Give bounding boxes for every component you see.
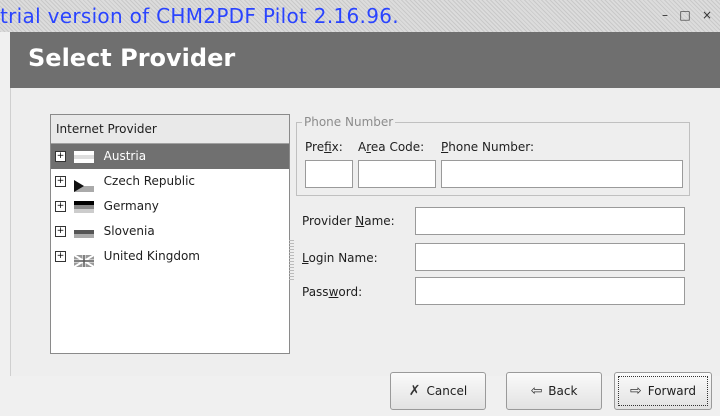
arrow-right-icon: ⇨	[630, 383, 642, 399]
austria-flag-icon	[73, 150, 94, 163]
password-label: Password:	[302, 285, 363, 299]
tree-item-label: Germany	[103, 199, 159, 213]
phone-number-label: Phone Number:	[441, 140, 535, 154]
cancel-label: Cancel	[426, 384, 468, 398]
login-name-label: Login Name:	[302, 251, 378, 265]
phone-number-field[interactable]	[441, 160, 683, 188]
expand-icon[interactable]: +	[55, 151, 66, 162]
provider-name-field[interactable]	[415, 207, 685, 235]
tree-item-germany[interactable]: + Germany	[51, 194, 289, 219]
pane-splitter[interactable]	[289, 240, 294, 280]
tree-item-label: Slovenia	[103, 224, 155, 238]
expand-icon[interactable]: +	[55, 201, 66, 212]
back-label: Back	[548, 384, 578, 398]
back-button[interactable]: ⇦ Back	[506, 372, 602, 410]
forward-label: Forward	[647, 384, 696, 398]
germany-flag-icon	[73, 200, 94, 213]
cancel-button[interactable]: ✗ Cancel	[390, 372, 486, 410]
czech-flag-icon	[73, 176, 94, 192]
expand-icon[interactable]: +	[55, 176, 66, 187]
area-code-label: Area Code:	[358, 140, 425, 154]
minimize-button[interactable]: –	[658, 8, 672, 22]
area-code-field[interactable]	[358, 160, 436, 188]
password-field[interactable]	[415, 277, 685, 305]
tree-item-slovenia[interactable]: + Slovenia	[51, 219, 289, 244]
maximize-button[interactable]: □	[678, 8, 692, 22]
uk-flag-icon	[73, 251, 95, 268]
provider-tree[interactable]: Internet Provider + Austria + Czech Repu…	[50, 114, 290, 354]
tree-item-label: United Kingdom	[103, 249, 200, 263]
title-bar: trial version of CHM2PDF Pilot 2.16.96. …	[0, 0, 720, 32]
tree-column-header[interactable]: Internet Provider	[51, 115, 289, 144]
x-mark-icon: ✗	[408, 383, 421, 399]
tree-item-austria[interactable]: + Austria	[51, 144, 289, 169]
tree-item-label: Austria	[103, 149, 147, 163]
forward-button[interactable]: ⇨ Forward	[614, 372, 712, 410]
provider-name-label: Provider Name:	[302, 214, 395, 228]
expand-icon[interactable]: +	[55, 251, 66, 262]
arrow-left-icon: ⇦	[530, 383, 543, 399]
slovenia-flag-icon	[73, 225, 94, 238]
phone-number-legend: Phone Number	[302, 115, 396, 129]
tree-item-united-kingdom[interactable]: + United Kingdom	[51, 244, 289, 269]
dialog-header: Select Provider	[10, 32, 720, 88]
close-button[interactable]: ×	[700, 8, 714, 22]
tree-item-label: Czech Republic	[103, 174, 196, 188]
tree-item-czech-republic[interactable]: + Czech Republic	[51, 169, 289, 194]
page-title: Select Provider	[28, 44, 236, 72]
prefix-label: Prefix:	[305, 140, 343, 154]
prefix-field[interactable]	[305, 160, 353, 188]
login-name-field[interactable]	[415, 243, 685, 271]
expand-icon[interactable]: +	[55, 226, 66, 237]
watermark-text: trial version of CHM2PDF Pilot 2.16.96.	[0, 4, 399, 28]
